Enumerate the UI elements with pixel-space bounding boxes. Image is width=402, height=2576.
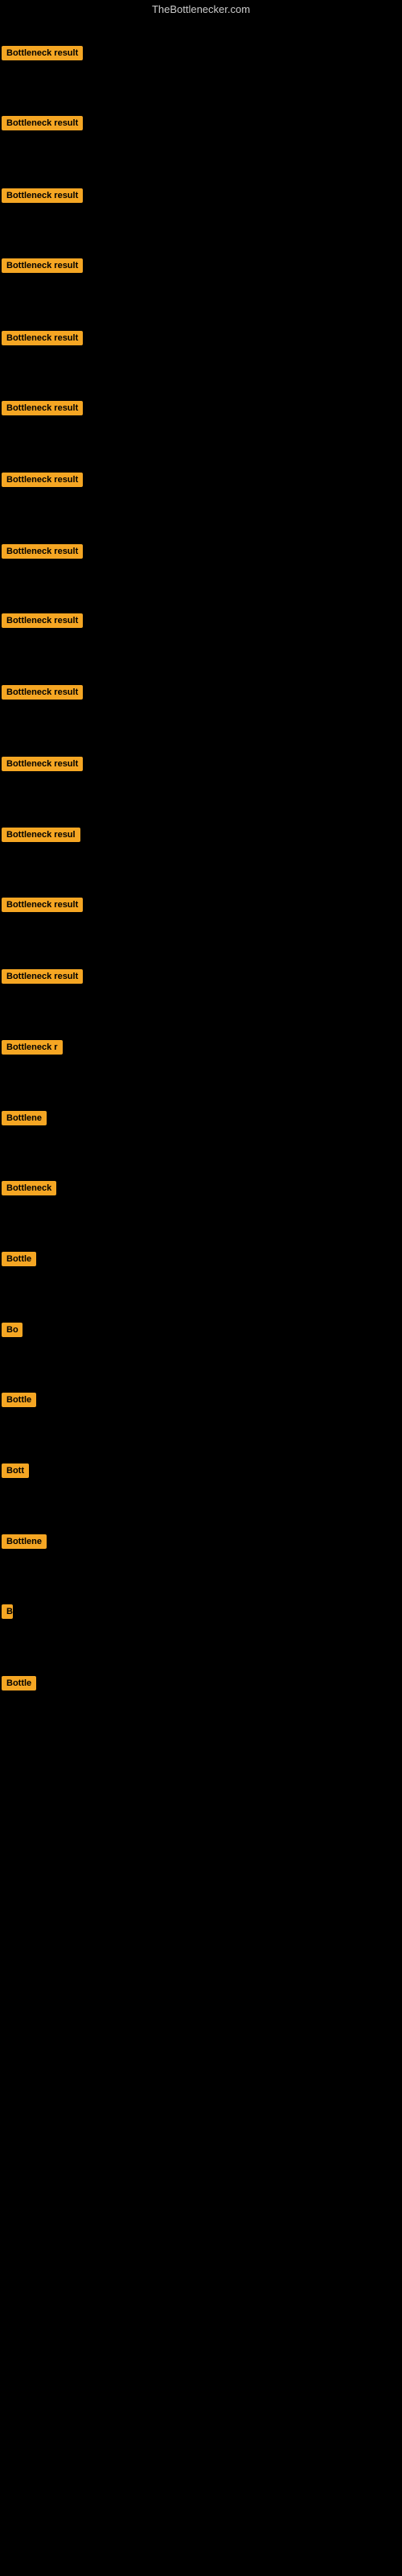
bottleneck-badge-container-16: Bottlene [2,1111,47,1129]
bottleneck-badge-9[interactable]: Bottleneck result [2,613,83,628]
bottleneck-badge-container-7: Bottleneck result [2,473,83,491]
bottleneck-badge-container-8: Bottleneck result [2,544,83,563]
bottleneck-badge-container-15: Bottleneck r [2,1040,63,1059]
bottleneck-badge-container-18: Bottle [2,1252,36,1270]
bottleneck-badge-1[interactable]: Bottleneck result [2,46,83,60]
bottleneck-badge-8[interactable]: Bottleneck result [2,544,83,559]
bottleneck-badge-15[interactable]: Bottleneck r [2,1040,63,1055]
bottleneck-badge-container-21: Bott [2,1463,29,1482]
bottleneck-badge-14[interactable]: Bottleneck result [2,969,83,984]
bottleneck-badge-7[interactable]: Bottleneck result [2,473,83,487]
bottleneck-badge-23[interactable]: B [2,1604,13,1619]
bottleneck-badge-container-14: Bottleneck result [2,969,83,988]
bottleneck-badge-container-12: Bottleneck resul [2,828,80,846]
bottleneck-badge-2[interactable]: Bottleneck result [2,116,83,130]
bottleneck-badge-13[interactable]: Bottleneck result [2,898,83,912]
bottleneck-badge-12[interactable]: Bottleneck resul [2,828,80,842]
bottleneck-badge-container-4: Bottleneck result [2,258,83,277]
bottleneck-badge-container-10: Bottleneck result [2,685,83,704]
bottleneck-badge-24[interactable]: Bottle [2,1676,36,1690]
bottleneck-badge-container-6: Bottleneck result [2,401,83,419]
bottleneck-badge-container-24: Bottle [2,1676,36,1695]
bottleneck-badge-container-17: Bottleneck [2,1181,56,1199]
bottleneck-badge-container-20: Bottle [2,1393,36,1411]
bottleneck-badge-10[interactable]: Bottleneck result [2,685,83,700]
bottleneck-badge-6[interactable]: Bottleneck result [2,401,83,415]
bottleneck-badge-container-9: Bottleneck result [2,613,83,632]
bottleneck-badge-container-5: Bottleneck result [2,331,83,349]
bottleneck-badge-21[interactable]: Bott [2,1463,29,1478]
bottleneck-badge-container-19: Bo [2,1323,23,1341]
bottleneck-badge-container-23: B [2,1604,13,1623]
site-title: TheBottlenecker.com [0,0,402,19]
bottleneck-badge-3[interactable]: Bottleneck result [2,188,83,203]
bottleneck-badge-18[interactable]: Bottle [2,1252,36,1266]
bottleneck-badge-20[interactable]: Bottle [2,1393,36,1407]
bottleneck-badge-container-1: Bottleneck result [2,46,83,64]
bottleneck-badge-container-2: Bottleneck result [2,116,83,134]
bottleneck-badge-17[interactable]: Bottleneck [2,1181,56,1195]
bottleneck-badge-container-3: Bottleneck result [2,188,83,207]
bottleneck-badge-container-11: Bottleneck result [2,757,83,775]
bottleneck-badge-16[interactable]: Bottlene [2,1111,47,1125]
bottleneck-badge-19[interactable]: Bo [2,1323,23,1337]
bottleneck-badge-container-22: Bottlene [2,1534,47,1553]
bottleneck-badge-11[interactable]: Bottleneck result [2,757,83,771]
bottleneck-badge-22[interactable]: Bottlene [2,1534,47,1549]
bottleneck-badge-4[interactable]: Bottleneck result [2,258,83,273]
bottleneck-badge-container-13: Bottleneck result [2,898,83,916]
bottleneck-badge-5[interactable]: Bottleneck result [2,331,83,345]
